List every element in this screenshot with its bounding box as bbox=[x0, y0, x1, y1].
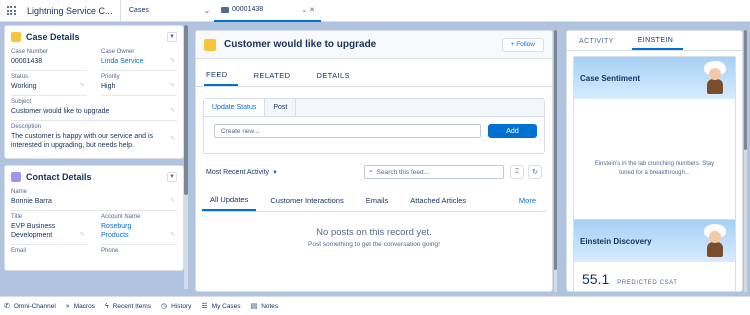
chevron-down-icon: ▼ bbox=[272, 169, 278, 176]
contact-name-field: Name Bonnie Barra ✎ bbox=[11, 186, 177, 211]
subtab-emails[interactable]: Emails bbox=[358, 196, 397, 211]
omni-channel-icon: ✆ bbox=[4, 303, 10, 310]
notes-icon: ▤ bbox=[250, 303, 258, 310]
feed-subtabs: All Updates Customer Interactions Emails… bbox=[202, 190, 546, 212]
empty-feed-title: No posts on this record yet. bbox=[316, 227, 432, 238]
object-nav-select[interactable]: Cases bbox=[120, 0, 200, 22]
app-name: Lightning Service C... bbox=[27, 5, 113, 16]
card-title: Case Details bbox=[26, 32, 80, 42]
record-header: Customer would like to upgrade + Follow bbox=[196, 31, 552, 59]
case-owner-link[interactable]: Linda Service bbox=[101, 57, 177, 66]
right-column: ACTIVITY EINSTEIN Case Sentiment Einstei… bbox=[566, 30, 743, 292]
follow-button[interactable]: + Follow bbox=[501, 37, 544, 52]
recent-items-icon: ϟ bbox=[105, 302, 109, 310]
utility-history[interactable]: ◷ History bbox=[161, 302, 191, 311]
add-button[interactable]: Add bbox=[488, 124, 537, 138]
sort-dropdown[interactable]: Most Recent Activity ▼ bbox=[206, 169, 278, 176]
subtab-customer-interactions[interactable]: Customer Interactions bbox=[262, 196, 351, 211]
right-scrollbar[interactable] bbox=[744, 30, 747, 292]
status-field: Status Working ✎ bbox=[11, 71, 87, 96]
center-column: Customer would like to upgrade + Follow … bbox=[195, 30, 553, 292]
tab-update-status[interactable]: Update Status bbox=[204, 99, 266, 116]
account-link[interactable]: Roseburg Products bbox=[101, 222, 177, 240]
tab-post[interactable]: Post bbox=[265, 99, 297, 116]
utility-bar: ✆ Omni-Channel » Macros ϟ Recent Items ◷ His… bbox=[0, 296, 750, 315]
case-owner-field: Case Owner Linda Service ✎ bbox=[101, 46, 177, 71]
case-details-card: Case Details ▼ Case Number 00001438 Case… bbox=[4, 25, 184, 159]
subtab-more[interactable]: More bbox=[511, 196, 546, 211]
left-column: Case Details ▼ Case Number 00001438 Case… bbox=[4, 25, 184, 289]
description-field: Description The customer is happy with o… bbox=[11, 124, 175, 149]
record-tabs: FEED RELATED DETAILS bbox=[196, 63, 552, 87]
subtab-attached-articles[interactable]: Attached Articles bbox=[402, 196, 474, 211]
case-icon bbox=[204, 38, 216, 51]
contact-title-field: Title EVP Business Development ✎ bbox=[11, 211, 87, 245]
feed-controls: Most Recent Activity ▼ ⌕ Search this feed… bbox=[196, 164, 552, 180]
contact-details-card: Contact Details ▼ Name Bonnie Barra ✎ Ti… bbox=[4, 165, 184, 271]
feed-search-input[interactable]: ⌕ Search this feed... bbox=[364, 165, 504, 179]
app-launcher-icon[interactable] bbox=[0, 0, 22, 22]
chevron-down-icon[interactable]: ⌄ bbox=[200, 0, 214, 22]
center-scrollbar[interactable] bbox=[554, 30, 557, 292]
card-title: Contact Details bbox=[26, 172, 92, 182]
csat-value: 55.1 bbox=[582, 271, 610, 287]
tab-feed[interactable]: FEED bbox=[204, 70, 238, 86]
tab-einstein[interactable]: EINSTEIN bbox=[631, 37, 684, 50]
edit-pencil-icon[interactable]: ✎ bbox=[170, 231, 175, 238]
edit-pencil-icon[interactable]: ✎ bbox=[170, 107, 175, 114]
edit-pencil-icon[interactable]: ✎ bbox=[170, 135, 175, 142]
csat-label: PREDICTED CSAT bbox=[617, 280, 678, 286]
contact-icon bbox=[11, 172, 21, 182]
card-menu-button[interactable]: ▼ bbox=[167, 32, 177, 42]
empty-feed-subtitle: Post something to get the conversation g… bbox=[308, 241, 440, 248]
utility-macros[interactable]: » Macros bbox=[66, 303, 95, 310]
edit-pencil-icon[interactable]: ✎ bbox=[170, 197, 175, 204]
my-cases-icon: ☰ bbox=[201, 303, 208, 310]
utility-omni-channel[interactable]: ✆ Omni-Channel bbox=[4, 302, 56, 311]
case-number-field: Case Number 00001438 bbox=[11, 46, 87, 71]
create-new-input[interactable]: Create new... bbox=[214, 124, 481, 138]
utility-notes[interactable]: ▤ Notes bbox=[250, 302, 279, 311]
history-icon: ◷ bbox=[161, 303, 168, 310]
top-navigation: Lightning Service C... Cases ⌄ 00001438 … bbox=[0, 0, 750, 22]
tab-close-icon[interactable]: ⌄ ✕ bbox=[301, 6, 315, 14]
tab-details[interactable]: DETAILS bbox=[314, 71, 360, 86]
card-title: Einstein Discovery bbox=[580, 236, 652, 246]
filter-icon[interactable]: ⌶ bbox=[510, 165, 524, 179]
card-title: Case Sentiment bbox=[580, 73, 641, 83]
einstein-avatar-icon bbox=[703, 224, 727, 258]
subject-field: Subject Customer would like to upgrade ✎ bbox=[11, 96, 177, 121]
einstein-discovery-card: Einstein Discovery 55.1 PREDICTED CSAT bbox=[573, 219, 736, 291]
case-sentiment-card: Case Sentiment Einstein's in the lab cru… bbox=[573, 56, 736, 240]
edit-pencil-icon[interactable]: ✎ bbox=[80, 82, 85, 89]
case-icon bbox=[221, 6, 229, 13]
refresh-icon[interactable]: ↻ bbox=[528, 165, 542, 179]
card-menu-button[interactable]: ▼ bbox=[167, 172, 177, 182]
email-field: Email bbox=[11, 248, 27, 254]
macros-icon: » bbox=[65, 302, 70, 310]
workspace-tab-label: 00001438 bbox=[232, 6, 264, 13]
edit-pencil-icon[interactable]: ✎ bbox=[170, 82, 175, 89]
utility-recent-items[interactable]: ϟ Recent Items bbox=[105, 303, 151, 310]
tab-related[interactable]: RELATED bbox=[252, 71, 301, 86]
publisher: Update Status Post Create new... Add bbox=[203, 98, 545, 154]
search-icon: ⌕ bbox=[369, 168, 373, 175]
record-title: Customer would like to upgrade bbox=[224, 39, 377, 50]
edit-pencil-icon[interactable]: ✎ bbox=[170, 57, 175, 64]
account-name-field: Account Name Roseburg Products ✎ bbox=[101, 211, 177, 245]
subtab-all-updates[interactable]: All Updates bbox=[202, 195, 257, 211]
right-tabs: ACTIVITY EINSTEIN bbox=[567, 31, 742, 51]
einstein-avatar-icon bbox=[703, 61, 727, 95]
phone-field: Phone bbox=[101, 248, 119, 254]
sentiment-message: Einstein's in the lab crunching numbers.… bbox=[594, 161, 715, 176]
left-scrollbar[interactable] bbox=[184, 25, 188, 289]
tab-activity[interactable]: ACTIVITY bbox=[573, 38, 624, 50]
edit-pencil-icon[interactable]: ✎ bbox=[80, 231, 85, 238]
workspace-tab-case[interactable]: 00001438 ⌄ ✕ bbox=[214, 0, 321, 22]
utility-my-cases[interactable]: ☰ My Cases bbox=[201, 302, 240, 311]
case-icon bbox=[11, 32, 21, 42]
priority-field: Priority High ✎ bbox=[101, 71, 177, 96]
